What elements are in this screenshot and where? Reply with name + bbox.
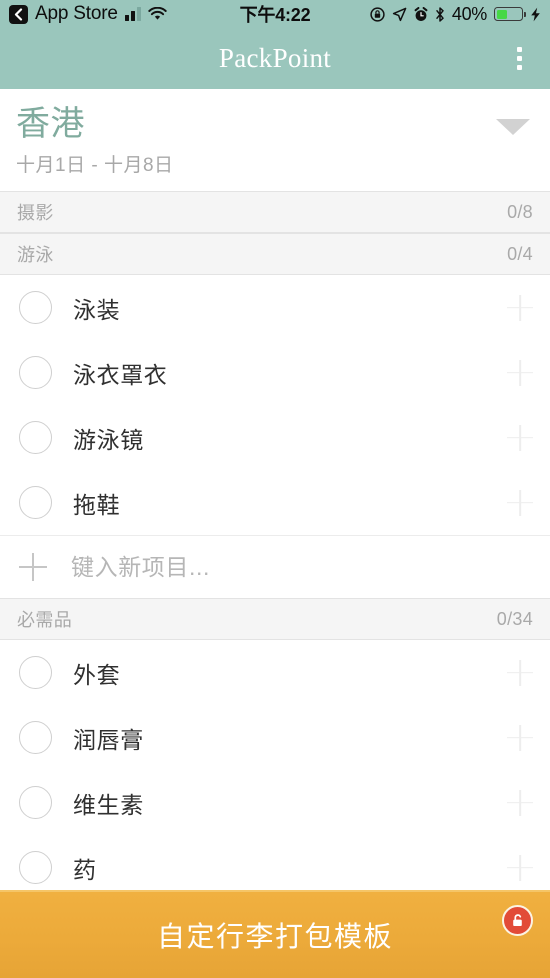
list-item[interactable]: 拖鞋	[0, 470, 550, 536]
status-bar-left: App Store	[9, 3, 240, 25]
unlock-padlock-icon[interactable]	[502, 905, 533, 936]
item-checkbox[interactable]	[19, 851, 52, 885]
add-quantity-icon[interactable]	[507, 490, 533, 516]
category-header-swimming[interactable]: 游泳 0/4	[0, 233, 550, 276]
item-label: 拖鞋	[73, 491, 121, 518]
list-item[interactable]: 外套	[0, 640, 550, 706]
item-checkbox[interactable]	[19, 356, 52, 390]
item-label: 游泳镜	[73, 426, 144, 453]
category-count: 0/34	[496, 608, 533, 629]
chevron-down-icon[interactable]	[496, 119, 530, 135]
item-label: 药	[73, 856, 97, 883]
battery-icon	[494, 7, 527, 21]
status-bar-right: 40%	[310, 4, 541, 25]
category-label: 游泳	[17, 245, 54, 266]
add-quantity-icon[interactable]	[507, 295, 533, 321]
status-bar-time: 下午4:22	[239, 5, 311, 25]
rotation-lock-icon	[370, 6, 385, 22]
list-item[interactable]: 泳装	[0, 275, 550, 341]
add-item-row[interactable]	[0, 535, 550, 599]
list-item[interactable]: 游泳镜	[0, 405, 550, 471]
list-item[interactable]: 药	[0, 835, 550, 890]
item-label: 泳衣罩衣	[73, 361, 168, 388]
add-quantity-icon[interactable]	[507, 360, 533, 386]
category-count: 0/4	[507, 243, 533, 264]
alarm-clock-icon	[414, 6, 428, 21]
add-quantity-icon[interactable]	[507, 790, 533, 816]
category-label: 摄影	[17, 203, 54, 224]
add-quantity-icon[interactable]	[507, 660, 533, 686]
item-checkbox[interactable]	[19, 486, 52, 520]
item-checkbox[interactable]	[19, 291, 52, 325]
item-label: 外套	[73, 661, 121, 688]
trip-dates: 十月1日 - 十月8日	[16, 155, 174, 177]
battery-percent-label: 40%	[451, 3, 488, 24]
category-count: 0/8	[507, 201, 533, 222]
item-checkbox[interactable]	[19, 421, 52, 455]
chevron-left-icon[interactable]	[9, 4, 28, 24]
list-item[interactable]: 维生素	[0, 770, 550, 836]
app-toolbar: PackPoint	[0, 28, 550, 89]
item-label: 泳装	[73, 296, 121, 323]
wifi-icon	[148, 7, 167, 20]
item-label: 维生素	[73, 791, 144, 818]
category-header-essentials[interactable]: 必需品 0/34	[0, 598, 550, 641]
status-bar-back-label[interactable]: App Store	[35, 3, 118, 25]
app-screen: App Store 下午4:22 40% PackPoint 香港 十月1日 -…	[0, 0, 550, 978]
location-arrow-icon	[392, 7, 407, 21]
bluetooth-icon	[436, 6, 444, 22]
packing-list: 摄影 0/8 游泳 0/4 泳装 泳衣罩衣 游泳镜 拖鞋 键入新项目... 必需…	[0, 191, 550, 890]
add-quantity-icon[interactable]	[507, 725, 533, 751]
add-quantity-icon[interactable]	[507, 425, 533, 451]
overflow-menu-icon[interactable]	[496, 28, 542, 89]
item-checkbox[interactable]	[19, 656, 52, 690]
item-checkbox[interactable]	[19, 786, 52, 820]
plus-icon[interactable]	[19, 553, 47, 581]
trip-header[interactable]: 香港 十月1日 - 十月8日	[0, 89, 550, 192]
new-item-input[interactable]	[71, 553, 533, 581]
cellular-signal-icon	[124, 7, 141, 21]
item-label: 润唇膏	[73, 726, 144, 753]
banner-label: 自定行李打包模板	[156, 921, 393, 952]
status-bar: App Store 下午4:22 40%	[0, 0, 550, 28]
add-quantity-icon[interactable]	[507, 855, 533, 881]
trip-destination: 香港	[16, 105, 85, 143]
list-item[interactable]: 泳衣罩衣	[0, 340, 550, 406]
page-title: PackPoint	[218, 43, 332, 73]
item-checkbox[interactable]	[19, 721, 52, 755]
list-item[interactable]: 润唇膏	[0, 705, 550, 771]
custom-template-banner[interactable]: 自定行李打包模板	[0, 890, 550, 978]
category-label: 必需品	[17, 610, 73, 631]
lightning-bolt-icon	[531, 7, 540, 21]
category-header-photography[interactable]: 摄影 0/8	[0, 191, 550, 234]
